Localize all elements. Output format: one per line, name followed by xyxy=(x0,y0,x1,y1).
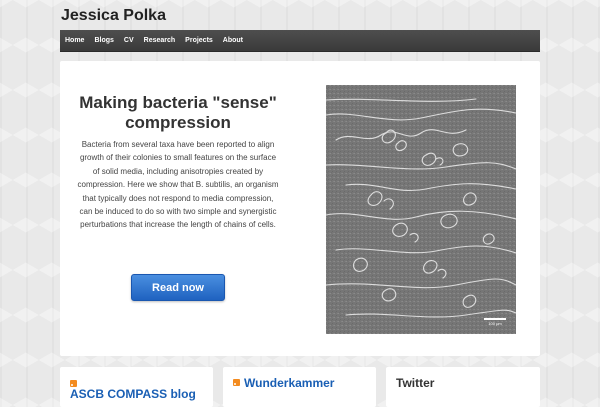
read-now-button[interactable]: Read now xyxy=(131,274,225,301)
micrograph-image xyxy=(326,85,516,334)
nav-home[interactable]: Home xyxy=(60,30,89,51)
scale-bar: 100 μm xyxy=(484,318,506,326)
bacteria-micrograph[interactable]: 100 μm xyxy=(326,85,516,334)
rss-icon[interactable] xyxy=(70,380,77,387)
nav-about[interactable]: About xyxy=(218,30,248,51)
main-nav: Home Blogs CV Research Projects About xyxy=(60,30,540,52)
widget-wunderkammer: Wunderkammer xyxy=(223,367,376,407)
featured-summary: Bacteria from several taxa have been rep… xyxy=(77,140,279,230)
rss-icon[interactable] xyxy=(233,379,240,386)
featured-title: Making bacteria "sense" compression xyxy=(79,93,277,132)
widget-ascb-compass: ASCB COMPASS blog xyxy=(60,367,213,407)
nav-projects[interactable]: Projects xyxy=(180,30,218,51)
widget-twitter: Twitter xyxy=(386,367,540,407)
site-title[interactable]: Jessica Polka xyxy=(61,7,166,25)
featured-panel: Making bacteria "sense" compression Bact… xyxy=(60,61,540,356)
nav-research[interactable]: Research xyxy=(139,30,181,51)
nav-blogs[interactable]: Blogs xyxy=(89,30,118,51)
scale-bar-line xyxy=(484,318,506,320)
nav-cv[interactable]: CV xyxy=(119,30,139,51)
widget-title-ascb[interactable]: ASCB COMPASS blog xyxy=(70,387,196,401)
widget-title-twitter: Twitter xyxy=(396,376,435,390)
widget-title-wunderkammer[interactable]: Wunderkammer xyxy=(244,376,334,390)
scale-bar-label: 100 μm xyxy=(488,321,502,326)
